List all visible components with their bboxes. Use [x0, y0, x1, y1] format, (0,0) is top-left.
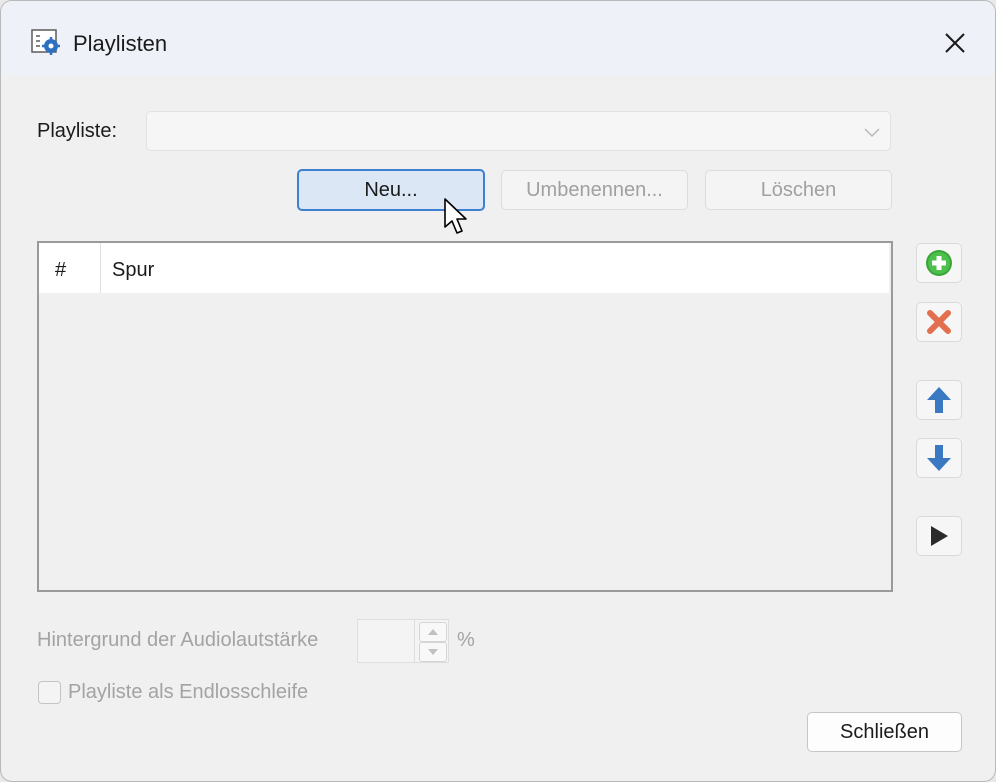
loop-label: Playliste als Endlosschleife	[68, 681, 309, 703]
playlist-label: Playliste:	[37, 120, 118, 142]
triangle-down-icon	[428, 649, 438, 655]
title-bar: Playlisten	[1, 1, 995, 75]
volume-increase-button[interactable]	[419, 622, 447, 642]
triangle-up-icon	[428, 629, 438, 635]
track-list[interactable]: # Spur	[37, 241, 893, 592]
window-title: Playlisten	[73, 31, 168, 56]
move-down-icon	[927, 445, 951, 471]
close-icon	[945, 33, 965, 53]
column-header-track[interactable]: Spur	[112, 259, 154, 282]
volume-spinner[interactable]	[357, 619, 449, 663]
chevron-down-icon	[864, 128, 880, 138]
mouse-pointer-icon	[444, 198, 467, 234]
track-list-header: # Spur	[39, 243, 889, 293]
volume-unit: %	[457, 629, 475, 651]
add-track-button[interactable]	[916, 243, 962, 283]
playlist-settings-icon	[31, 29, 60, 55]
add-icon	[926, 250, 952, 276]
volume-label: Hintergrund der Audiolautstärke	[37, 629, 319, 651]
column-divider	[100, 243, 101, 293]
volume-decrease-button[interactable]	[419, 642, 447, 662]
playlists-dialog: Playlisten Playliste: Neu... Umbenennen.…	[0, 0, 996, 782]
rename-playlist-button[interactable]: Umbenennen...	[501, 170, 688, 210]
playlist-select[interactable]	[146, 111, 891, 151]
move-track-down-button[interactable]	[916, 438, 962, 478]
move-track-up-button[interactable]	[916, 380, 962, 420]
play-icon	[931, 526, 948, 546]
remove-icon	[927, 310, 951, 334]
delete-playlist-button[interactable]: Löschen	[705, 170, 892, 210]
close-window-button[interactable]	[925, 15, 985, 71]
close-button[interactable]: Schließen	[807, 712, 962, 752]
column-header-number[interactable]: #	[55, 259, 66, 282]
remove-track-button[interactable]	[916, 302, 962, 342]
play-track-button[interactable]	[916, 516, 962, 556]
loop-checkbox[interactable]	[38, 681, 61, 704]
move-up-icon	[927, 387, 951, 413]
volume-spinner-arrows	[414, 620, 449, 662]
